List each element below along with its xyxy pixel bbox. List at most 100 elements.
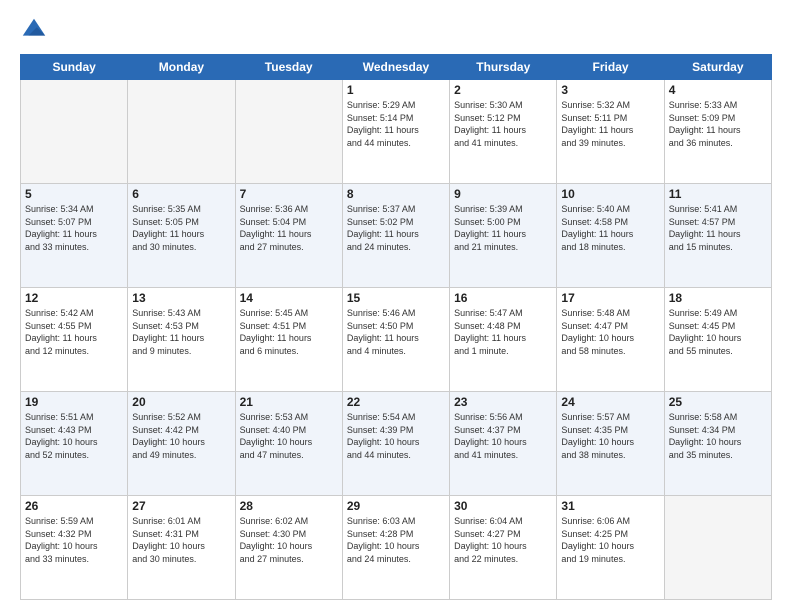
- day-info: Sunrise: 5:56 AM Sunset: 4:37 PM Dayligh…: [454, 411, 552, 461]
- day-number: 31: [561, 499, 659, 513]
- day-number: 13: [132, 291, 230, 305]
- day-number: 7: [240, 187, 338, 201]
- week-row-5: 26Sunrise: 5:59 AM Sunset: 4:32 PM Dayli…: [21, 496, 772, 600]
- calendar-cell: 28 Sunrise: 6:02 AM Sunset: 4:30 PM Dayli…: [235, 496, 342, 600]
- calendar-cell: 4 Sunrise: 5:33 AM Sunset: 5:09 PM Daylig…: [664, 80, 771, 184]
- weekday-header-row: Sunday Monday Tuesday Wednesday Thursday…: [21, 55, 772, 80]
- day-number: 3: [561, 83, 659, 97]
- day-info: Sunrise: 5:41 AM Sunset: 4:57 PM Dayligh…: [669, 203, 767, 253]
- header-sunday: Sunday: [21, 55, 128, 80]
- calendar-cell: 24Sunrise: 5:57 AM Sunset: 4:35 PM Dayli…: [557, 392, 664, 496]
- calendar-cell: 9 Sunrise: 5:39 AM Sunset: 5:00 PM Daylig…: [450, 184, 557, 288]
- day-info: Sunrise: 5:32 AM Sunset: 5:11 PM Dayligh…: [561, 99, 659, 149]
- day-number: 14: [240, 291, 338, 305]
- calendar-cell: [664, 496, 771, 600]
- day-number: 29: [347, 499, 445, 513]
- day-info: Sunrise: 6:03 AM Sunset: 4:28 PM Dayligh…: [347, 515, 445, 565]
- day-number: 15: [347, 291, 445, 305]
- day-info: Sunrise: 5:39 AM Sunset: 5:00 PM Dayligh…: [454, 203, 552, 253]
- calendar-cell: 14 Sunrise: 5:45 AM Sunset: 4:51 PM Dayli…: [235, 288, 342, 392]
- day-info: Sunrise: 5:35 AM Sunset: 5:05 PM Dayligh…: [132, 203, 230, 253]
- day-info: Sunrise: 5:40 AM Sunset: 4:58 PM Dayligh…: [561, 203, 659, 253]
- week-row-2: 5Sunrise: 5:34 AM Sunset: 5:07 PM Daylig…: [21, 184, 772, 288]
- day-info: Sunrise: 6:01 AM Sunset: 4:31 PM Dayligh…: [132, 515, 230, 565]
- day-number: 21: [240, 395, 338, 409]
- calendar-cell: 1 Sunrise: 5:29 AM Sunset: 5:14 PM Daylig…: [342, 80, 449, 184]
- day-number: 19: [25, 395, 123, 409]
- calendar-cell: 25Sunrise: 5:58 AM Sunset: 4:34 PM Dayli…: [664, 392, 771, 496]
- day-number: 4: [669, 83, 767, 97]
- day-info: Sunrise: 5:33 AM Sunset: 5:09 PM Dayligh…: [669, 99, 767, 149]
- calendar-cell: 6 Sunrise: 5:35 AM Sunset: 5:05 PM Daylig…: [128, 184, 235, 288]
- day-info: Sunrise: 5:43 AM Sunset: 4:53 PM Dayligh…: [132, 307, 230, 357]
- day-info: Sunrise: 6:02 AM Sunset: 4:30 PM Dayligh…: [240, 515, 338, 565]
- calendar-cell: 5Sunrise: 5:34 AM Sunset: 5:07 PM Daylig…: [21, 184, 128, 288]
- day-info: Sunrise: 5:45 AM Sunset: 4:51 PM Dayligh…: [240, 307, 338, 357]
- calendar-cell: 12 Sunrise: 5:42 AM Sunset: 4:55 PM Dayli…: [21, 288, 128, 392]
- day-info: Sunrise: 5:59 AM Sunset: 4:32 PM Dayligh…: [25, 515, 123, 565]
- day-info: Sunrise: 5:37 AM Sunset: 5:02 PM Dayligh…: [347, 203, 445, 253]
- header-friday: Friday: [557, 55, 664, 80]
- day-info: Sunrise: 5:48 AM Sunset: 4:47 PM Dayligh…: [561, 307, 659, 357]
- day-number: 16: [454, 291, 552, 305]
- calendar-cell: [128, 80, 235, 184]
- day-info: Sunrise: 5:49 AM Sunset: 4:45 PM Dayligh…: [669, 307, 767, 357]
- calendar-cell: 2 Sunrise: 5:30 AM Sunset: 5:12 PM Daylig…: [450, 80, 557, 184]
- day-info: Sunrise: 5:36 AM Sunset: 5:04 PM Dayligh…: [240, 203, 338, 253]
- week-row-3: 12 Sunrise: 5:42 AM Sunset: 4:55 PM Dayli…: [21, 288, 772, 392]
- day-number: 30: [454, 499, 552, 513]
- day-number: 22: [347, 395, 445, 409]
- calendar-cell: 3 Sunrise: 5:32 AM Sunset: 5:11 PM Daylig…: [557, 80, 664, 184]
- day-info: Sunrise: 6:06 AM Sunset: 4:25 PM Dayligh…: [561, 515, 659, 565]
- day-info: Sunrise: 6:04 AM Sunset: 4:27 PM Dayligh…: [454, 515, 552, 565]
- day-info: Sunrise: 5:29 AM Sunset: 5:14 PM Dayligh…: [347, 99, 445, 149]
- calendar-cell: 29 Sunrise: 6:03 AM Sunset: 4:28 PM Dayli…: [342, 496, 449, 600]
- calendar-cell: 7 Sunrise: 5:36 AM Sunset: 5:04 PM Daylig…: [235, 184, 342, 288]
- day-number: 18: [669, 291, 767, 305]
- calendar-cell: 8 Sunrise: 5:37 AM Sunset: 5:02 PM Daylig…: [342, 184, 449, 288]
- day-number: 27: [132, 499, 230, 513]
- day-number: 28: [240, 499, 338, 513]
- day-number: 12: [25, 291, 123, 305]
- day-number: 2: [454, 83, 552, 97]
- day-number: 9: [454, 187, 552, 201]
- day-info: Sunrise: 5:54 AM Sunset: 4:39 PM Dayligh…: [347, 411, 445, 461]
- calendar-cell: 23 Sunrise: 5:56 AM Sunset: 4:37 PM Dayli…: [450, 392, 557, 496]
- week-row-1: 1 Sunrise: 5:29 AM Sunset: 5:14 PM Daylig…: [21, 80, 772, 184]
- day-number: 1: [347, 83, 445, 97]
- day-info: Sunrise: 5:47 AM Sunset: 4:48 PM Dayligh…: [454, 307, 552, 357]
- calendar-cell: 30 Sunrise: 6:04 AM Sunset: 4:27 PM Dayli…: [450, 496, 557, 600]
- calendar-cell: 31 Sunrise: 6:06 AM Sunset: 4:25 PM Dayli…: [557, 496, 664, 600]
- day-info: Sunrise: 5:53 AM Sunset: 4:40 PM Dayligh…: [240, 411, 338, 461]
- day-number: 8: [347, 187, 445, 201]
- header-wednesday: Wednesday: [342, 55, 449, 80]
- day-number: 10: [561, 187, 659, 201]
- calendar-cell: 27 Sunrise: 6:01 AM Sunset: 4:31 PM Dayli…: [128, 496, 235, 600]
- page: Sunday Monday Tuesday Wednesday Thursday…: [0, 0, 792, 612]
- day-info: Sunrise: 5:42 AM Sunset: 4:55 PM Dayligh…: [25, 307, 123, 357]
- calendar-cell: 20 Sunrise: 5:52 AM Sunset: 4:42 PM Dayli…: [128, 392, 235, 496]
- header-monday: Monday: [128, 55, 235, 80]
- header-thursday: Thursday: [450, 55, 557, 80]
- day-info: Sunrise: 5:34 AM Sunset: 5:07 PM Dayligh…: [25, 203, 123, 253]
- day-info: Sunrise: 5:30 AM Sunset: 5:12 PM Dayligh…: [454, 99, 552, 149]
- day-info: Sunrise: 5:51 AM Sunset: 4:43 PM Dayligh…: [25, 411, 123, 461]
- calendar-cell: 26Sunrise: 5:59 AM Sunset: 4:32 PM Dayli…: [21, 496, 128, 600]
- day-number: 23: [454, 395, 552, 409]
- calendar-cell: 22 Sunrise: 5:54 AM Sunset: 4:39 PM Dayli…: [342, 392, 449, 496]
- day-number: 11: [669, 187, 767, 201]
- day-number: 25: [669, 395, 767, 409]
- calendar-cell: 21 Sunrise: 5:53 AM Sunset: 4:40 PM Dayli…: [235, 392, 342, 496]
- calendar-cell: 18 Sunrise: 5:49 AM Sunset: 4:45 PM Dayli…: [664, 288, 771, 392]
- header: [20, 16, 772, 44]
- calendar-cell: 13 Sunrise: 5:43 AM Sunset: 4:53 PM Dayli…: [128, 288, 235, 392]
- calendar-cell: 19 Sunrise: 5:51 AM Sunset: 4:43 PM Dayli…: [21, 392, 128, 496]
- logo-icon: [20, 16, 48, 44]
- week-row-4: 19 Sunrise: 5:51 AM Sunset: 4:43 PM Dayli…: [21, 392, 772, 496]
- calendar-cell: 15Sunrise: 5:46 AM Sunset: 4:50 PM Dayli…: [342, 288, 449, 392]
- day-number: 6: [132, 187, 230, 201]
- day-info: Sunrise: 5:52 AM Sunset: 4:42 PM Dayligh…: [132, 411, 230, 461]
- day-number: 20: [132, 395, 230, 409]
- calendar-cell: 16 Sunrise: 5:47 AM Sunset: 4:48 PM Dayli…: [450, 288, 557, 392]
- calendar-cell: 10 Sunrise: 5:40 AM Sunset: 4:58 PM Dayli…: [557, 184, 664, 288]
